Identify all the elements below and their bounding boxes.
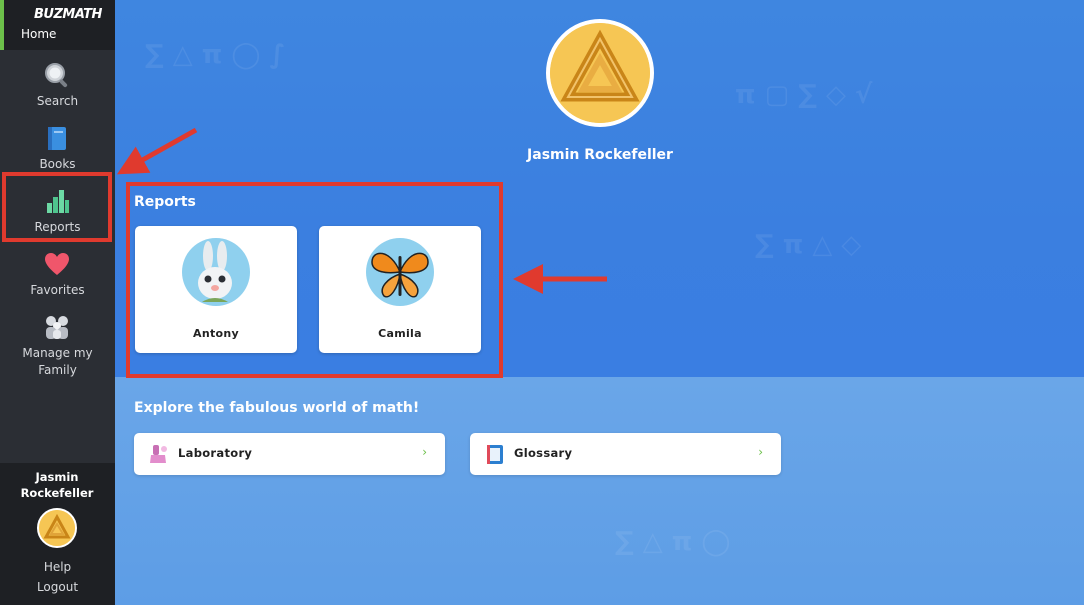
glossary-link[interactable]: Glossary ›	[470, 433, 781, 475]
explore-section: ∑ △ π ◯ Explore the fabulous world of ma…	[115, 377, 1084, 605]
home-label: Home	[21, 27, 57, 41]
user-name: Jasmin Rockefeller	[20, 470, 94, 500]
child-card-antony[interactable]: Antony	[135, 226, 297, 353]
profile-avatar	[546, 19, 654, 127]
bunny-avatar	[182, 238, 250, 306]
user-panel: Jasmin Rockefeller Help Logout	[0, 463, 115, 605]
glossary-icon	[487, 445, 503, 464]
sidebar-item-reports[interactable]: Reports	[0, 181, 115, 241]
family-icon	[46, 316, 68, 339]
app-logo: BUZMATH	[34, 7, 102, 22]
reports-title: Reports	[134, 194, 196, 210]
triangle-logo-icon	[39, 510, 75, 546]
heart-icon	[45, 253, 69, 275]
sidebar-item-label: Search	[36, 94, 79, 108]
triangle-logo-icon	[550, 23, 650, 123]
link-label: Laboratory	[178, 446, 253, 460]
child-name: Antony	[193, 327, 239, 340]
sidebar-item-books[interactable]: Books	[0, 118, 115, 178]
sidebar-item-search[interactable]: Search	[0, 55, 115, 115]
background-pattern: π ▢ ∑ ◇ √	[735, 80, 873, 110]
home-nav-item[interactable]: BUZMATH Home	[0, 0, 115, 50]
logout-link[interactable]: Logout	[0, 580, 115, 594]
butterfly-avatar	[366, 238, 434, 306]
background-pattern: ∑ △ π ◯	[615, 527, 731, 557]
laboratory-link[interactable]: Laboratory ›	[134, 433, 445, 475]
background-pattern: ∑ △ π ◯ ∫	[145, 40, 286, 70]
sidebar: BUZMATH Home Search Books Reports Favori…	[0, 0, 115, 605]
magnifier-icon	[45, 63, 68, 88]
profile-name: Jasmin Rockefeller	[527, 147, 673, 163]
link-label: Glossary	[514, 446, 573, 460]
child-name: Camila	[378, 327, 422, 340]
help-link[interactable]: Help	[0, 560, 115, 574]
explore-title: Explore the fabulous world of math!	[134, 400, 420, 416]
bar-chart-icon	[47, 190, 69, 213]
chevron-right-icon: ›	[758, 445, 763, 459]
background-pattern: ∑ π △ ◇	[755, 230, 862, 260]
child-card-camila[interactable]: Camila	[319, 226, 481, 353]
lab-icon	[150, 445, 167, 463]
sidebar-item-label: Manage my Family	[22, 346, 93, 377]
chevron-right-icon: ›	[422, 445, 427, 459]
book-icon	[48, 127, 66, 150]
sidebar-item-label: Books	[39, 157, 76, 171]
profile-header: ∑ △ π ◯ ∫ π ▢ ∑ ◇ √ △ ∫ ◯ ∑ ∑ π △ ◇ Jasm…	[115, 0, 1084, 377]
sidebar-item-manage-family[interactable]: Manage my Family	[0, 307, 115, 377]
sidebar-item-label: Reports	[34, 220, 81, 234]
sidebar-item-favorites[interactable]: Favorites	[0, 244, 115, 304]
user-avatar[interactable]	[37, 508, 77, 548]
sidebar-item-label: Favorites	[30, 283, 85, 297]
